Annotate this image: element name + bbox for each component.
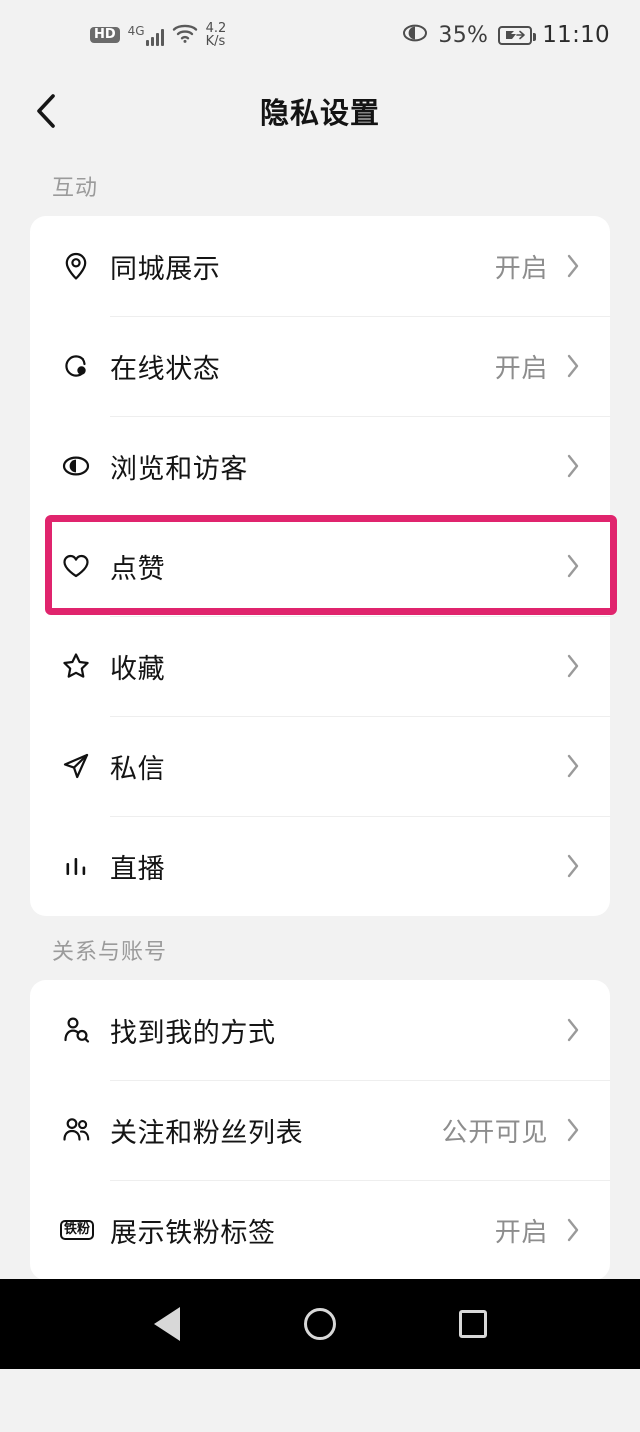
battery-charging-icon (498, 25, 537, 45)
chevron-right-icon (562, 453, 584, 479)
phone-screen: HD 4G 4.2 K/s 35% 11:10 隐私设置 互动 同城展示 开启 … (0, 0, 640, 1369)
settings-row-fan-badge[interactable]: 铁粉 展示铁粉标签 开启 (30, 1180, 610, 1280)
wifi-icon (172, 23, 198, 47)
chevron-right-icon (562, 1217, 584, 1243)
battery-percent: 35% (438, 22, 489, 48)
signal-bars-icon (145, 27, 164, 46)
nav-home-circle-icon[interactable] (301, 1305, 339, 1343)
status-bar-right: 35% 11:10 (402, 22, 610, 48)
chevron-right-icon (562, 253, 584, 279)
settings-row-label: 找到我的方式 (110, 1017, 276, 1049)
status-bar: HD 4G 4.2 K/s 35% 11:10 (0, 0, 640, 70)
settings-row-find-me[interactable]: 找到我的方式 (30, 980, 610, 1080)
chevron-right-icon (562, 653, 584, 679)
page-title: 隐私设置 (259, 96, 380, 130)
heart-icon (60, 550, 110, 582)
settings-row-label: 关注和粉丝列表 (110, 1117, 304, 1149)
settings-row-browse-visitors[interactable]: 浏览和访客 (30, 416, 610, 516)
settings-scroll-area[interactable]: 互动 同城展示 开启 在线状态 开启 浏览和访客 点赞 收藏 私信 直播 关系与… (0, 152, 640, 1432)
network-speed-unit: K/s (205, 34, 226, 49)
nav-back-triangle-icon[interactable] (148, 1305, 186, 1343)
settings-row-label: 展示铁粉标签 (110, 1217, 276, 1249)
people-icon (60, 1114, 110, 1146)
settings-row-following-followers[interactable]: 关注和粉丝列表 公开可见 (30, 1080, 610, 1180)
network-type-label: 4G (127, 23, 145, 38)
settings-row-label: 直播 (110, 853, 166, 885)
settings-row-value: 开启 (494, 1217, 548, 1248)
status-bar-left: HD 4G 4.2 K/s (90, 22, 226, 48)
settings-card-relationship-account: 找到我的方式 关注和粉丝列表 公开可见 铁粉 展示铁粉标签 开启 (30, 980, 610, 1280)
settings-row-online-status[interactable]: 在线状态 开启 (30, 316, 610, 416)
settings-card-interaction: 同城展示 开启 在线状态 开启 浏览和访客 点赞 收藏 私信 直播 (30, 216, 610, 916)
settings-row-label: 在线状态 (110, 353, 221, 385)
settings-row-value: 开启 (494, 253, 548, 284)
chevron-right-icon (562, 753, 584, 779)
chevron-right-icon (562, 1017, 584, 1043)
settings-row-favorites[interactable]: 收藏 (30, 616, 610, 716)
settings-row-label: 浏览和访客 (110, 453, 248, 485)
network-speed: 4.2 K/s (206, 22, 227, 48)
section-label-interaction: 互动 (52, 176, 99, 201)
nav-recents-square-icon[interactable] (454, 1305, 492, 1343)
status-bar-clock: 11:10 (542, 22, 610, 48)
fan-badge-icon: 铁粉 (60, 1219, 110, 1241)
app-header: 隐私设置 (0, 70, 640, 152)
settings-row-value: 开启 (494, 353, 548, 384)
fan-badge-text: 铁粉 (60, 1219, 95, 1241)
settings-row-value: 公开可见 (441, 1117, 548, 1148)
star-icon (60, 650, 110, 682)
settings-row-label: 同城展示 (110, 253, 221, 285)
chevron-right-icon (562, 553, 584, 579)
location-pin-icon (60, 250, 110, 282)
section-label-relationship-account: 关系与账号 (52, 940, 168, 965)
online-status-icon (60, 350, 110, 382)
eye-care-icon (402, 23, 428, 47)
settings-row-tongcheng[interactable]: 同城展示 开启 (30, 216, 610, 316)
hd-icon: HD (90, 26, 120, 44)
paper-plane-icon (60, 750, 110, 782)
settings-row-likes[interactable]: 点赞 (30, 516, 610, 616)
live-bars-icon (60, 850, 110, 882)
network-type-icon: 4G (128, 25, 164, 46)
settings-row-label: 私信 (110, 753, 166, 785)
chevron-right-icon (562, 1117, 584, 1143)
settings-row-label: 收藏 (110, 653, 166, 685)
chevron-right-icon (562, 353, 584, 379)
settings-row-direct-message[interactable]: 私信 (30, 716, 610, 816)
settings-row-live[interactable]: 直播 (30, 816, 610, 916)
eye-icon (60, 450, 110, 482)
settings-row-label: 点赞 (110, 553, 166, 585)
chevron-right-icon (562, 853, 584, 879)
android-navigation-bar (0, 1279, 640, 1369)
person-search-icon (60, 1014, 110, 1046)
